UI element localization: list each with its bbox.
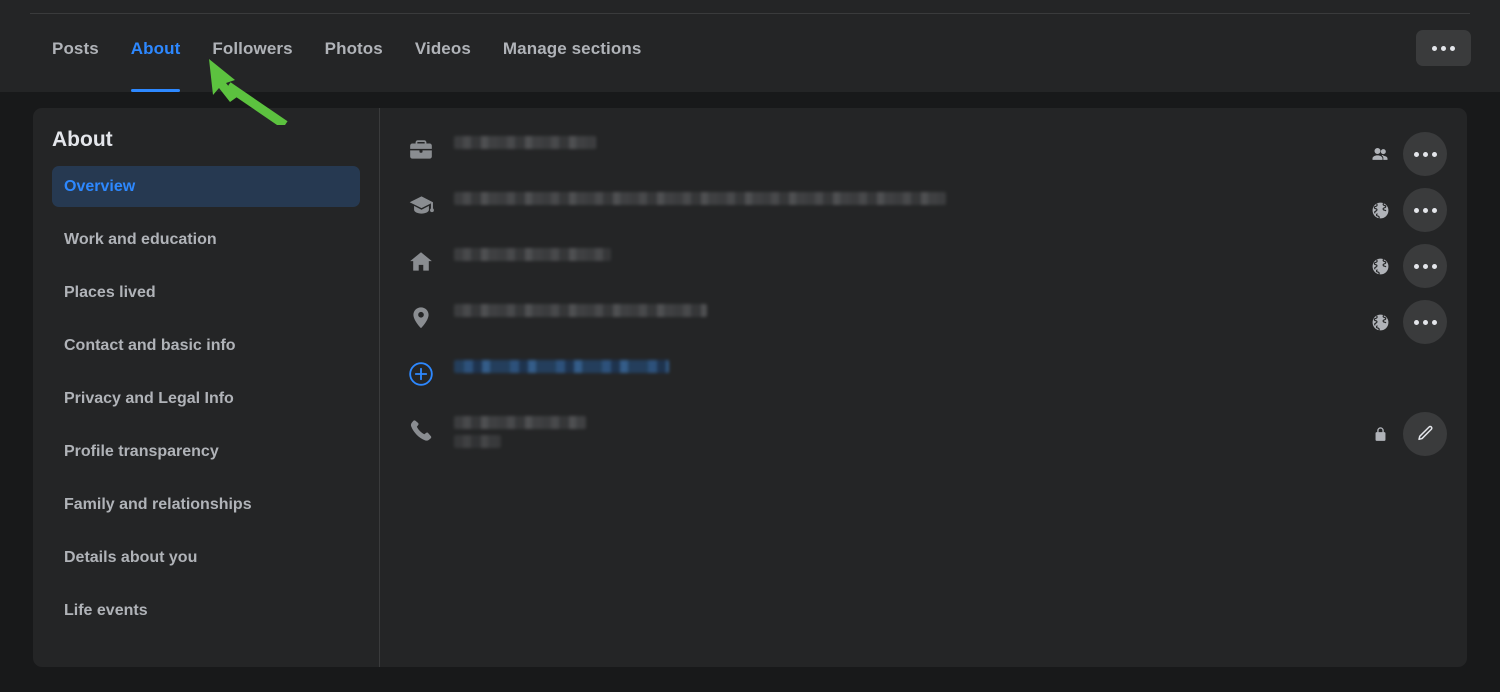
tab-label: Videos [414, 39, 471, 58]
ellipsis-dot [1431, 151, 1437, 157]
profile-about-page: Posts About Followers Photos Videos Mana… [0, 0, 1500, 692]
about-row-actions [1369, 132, 1447, 176]
ellipsis-dot [1431, 207, 1437, 213]
ellipsis-dot [1422, 319, 1428, 325]
sidebar-item-life-events[interactable]: Life events [52, 590, 360, 631]
sidebar-item-places-lived[interactable]: Places lived [52, 272, 360, 313]
tab-about[interactable]: About [115, 26, 197, 92]
ellipsis-dot [1422, 207, 1428, 213]
about-row-text [454, 132, 1369, 149]
sidebar-item-label: Work and education [64, 230, 217, 248]
sidebar-item-label: Contact and basic info [64, 336, 236, 354]
tab-label: About [130, 39, 181, 58]
tab-manage-sections[interactable]: Manage sections [487, 26, 658, 92]
more-options-button[interactable] [1403, 300, 1447, 344]
sidebar-item-label: Details about you [64, 548, 198, 566]
location-pin-icon [408, 300, 454, 334]
sidebar-item-label: Life events [64, 601, 148, 619]
ellipsis-dot [1432, 45, 1437, 51]
edit-button[interactable] [1403, 412, 1447, 456]
about-overview-content [380, 108, 1467, 667]
tabbar-more-options-button[interactable] [1416, 30, 1471, 66]
more-options-button[interactable] [1403, 244, 1447, 288]
about-row-text [454, 412, 1369, 448]
ellipsis-dot [1422, 263, 1428, 269]
profile-tabs: Posts About Followers Photos Videos Mana… [36, 26, 657, 92]
about-row-text [454, 188, 1369, 205]
about-sidebar: About Overview Work and education Places… [33, 108, 380, 667]
globe-icon [1369, 199, 1391, 221]
tab-label: Posts [52, 39, 99, 58]
about-row-phone [408, 406, 1447, 468]
sidebar-item-label: Profile transparency [64, 442, 219, 460]
about-row-actions [1369, 244, 1447, 288]
redacted-link-text [454, 360, 669, 373]
sidebar-item-label: Privacy and Legal Info [64, 389, 234, 407]
ellipsis-dot [1413, 319, 1419, 325]
sidebar-item-overview[interactable]: Overview [52, 166, 360, 207]
redacted-text [454, 192, 946, 205]
tab-label: Manage sections [502, 39, 642, 58]
about-row-actions [1369, 300, 1447, 344]
lock-icon [1369, 423, 1391, 445]
about-row-text [454, 300, 1369, 317]
active-tab-underline [130, 89, 181, 92]
ellipsis-dot [1431, 263, 1437, 269]
about-card: About Overview Work and education Places… [33, 108, 1467, 667]
tab-followers[interactable]: Followers [196, 26, 308, 92]
sidebar-item-label: Places lived [64, 283, 156, 301]
redacted-text [454, 248, 611, 261]
tab-videos[interactable]: Videos [399, 26, 487, 92]
phone-icon [408, 412, 454, 446]
about-row-current-city [408, 294, 1447, 350]
redacted-text [454, 304, 707, 317]
sidebar-item-profile-transparency[interactable]: Profile transparency [52, 431, 360, 472]
redacted-text [454, 136, 596, 149]
about-row-actions [1369, 188, 1447, 232]
about-row-add-item[interactable] [408, 350, 1447, 406]
tab-photos[interactable]: Photos [309, 26, 399, 92]
about-row-education [408, 182, 1447, 238]
redacted-text [454, 416, 586, 429]
sidebar-item-family-and-relationships[interactable]: Family and relationships [52, 484, 360, 525]
ellipsis-dot [1413, 207, 1419, 213]
redacted-text [454, 435, 501, 448]
graduation-cap-icon [408, 188, 454, 222]
tab-label: Followers [212, 39, 293, 58]
briefcase-icon [408, 132, 454, 166]
about-row-text [454, 356, 1447, 373]
more-options-button[interactable] [1403, 132, 1447, 176]
about-row-work [408, 126, 1447, 182]
about-heading: About [52, 128, 113, 151]
sidebar-item-label: Overview [64, 177, 136, 195]
more-options-button[interactable] [1403, 188, 1447, 232]
profile-tabbar: Posts About Followers Photos Videos Mana… [0, 0, 1500, 92]
globe-icon [1369, 311, 1391, 333]
ellipsis-dot [1413, 151, 1419, 157]
ellipsis-dot [1441, 45, 1446, 51]
ellipsis-dot [1450, 45, 1455, 51]
about-row-text [454, 244, 1369, 261]
ellipsis-dot [1422, 151, 1428, 157]
sidebar-item-work-and-education[interactable]: Work and education [52, 219, 360, 260]
tab-posts[interactable]: Posts [36, 26, 115, 92]
sidebar-item-privacy-and-legal-info[interactable]: Privacy and Legal Info [52, 378, 360, 419]
ellipsis-dot [1413, 263, 1419, 269]
friends-icon [1369, 143, 1391, 165]
sidebar-item-label: Family and relationships [64, 495, 252, 513]
sidebar-item-contact-and-basic-info[interactable]: Contact and basic info [52, 325, 360, 366]
ellipsis-dot [1431, 319, 1437, 325]
tab-label: Photos [324, 39, 383, 58]
tabbar-top-divider [30, 13, 1470, 14]
home-icon [408, 244, 454, 278]
about-row-home-town [408, 238, 1447, 294]
about-row-actions [1369, 412, 1447, 456]
sidebar-item-details-about-you[interactable]: Details about you [52, 537, 360, 578]
plus-circle-icon [408, 356, 454, 390]
globe-icon [1369, 255, 1391, 277]
